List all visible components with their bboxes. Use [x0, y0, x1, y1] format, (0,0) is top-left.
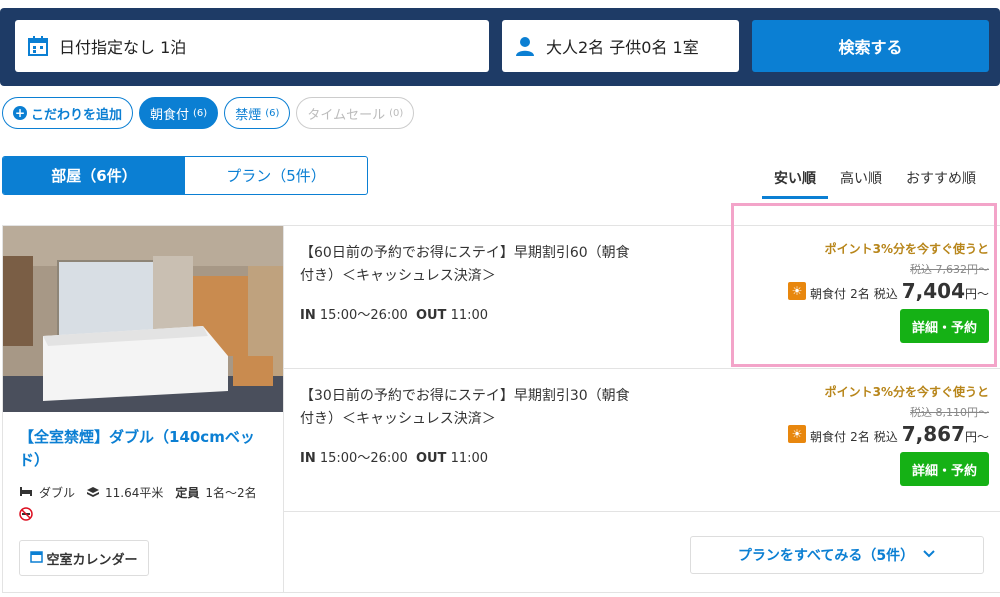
book-button[interactable]: 詳細・予約 [900, 452, 989, 486]
room-meta: ダブル 11.64平米 定員 1名〜2名 [19, 484, 257, 501]
add-filter-button[interactable]: + こだわりを追加 [2, 97, 134, 129]
tab-rooms[interactable]: 部屋（6件） [3, 157, 185, 194]
out-label: OUT [415, 308, 447, 323]
room-info: 【全室禁煙】ダブル（140cmベッド） ダブル 11.64平米 定員 1名〜2名… [3, 412, 283, 592]
chip-count: (6) [193, 107, 208, 119]
see-all-plans-button[interactable]: プランをすべてみる（5件） [690, 536, 984, 574]
price-row: ☀ 朝食付 2名 税込 7,867 円〜 [788, 422, 989, 446]
in-time: 15:00〜26:00 [319, 308, 408, 323]
tab-plans[interactable]: プラン（5件） [185, 157, 367, 194]
filter-chips: + こだわりを追加 朝食付 (6) 禁煙 (6) タイムセール (0) [2, 97, 415, 129]
plus-icon: + [13, 106, 27, 120]
see-all-label: プランをすべてみる（5件） [737, 548, 915, 564]
in-time: 15:00〜26:00 [319, 451, 408, 466]
guest-count: 2名 [850, 430, 870, 444]
out-time: 11:00 [450, 308, 489, 323]
tax-label: 税込 [873, 430, 898, 444]
search-button[interactable]: 検索する [752, 20, 989, 72]
chip-count: (6) [265, 107, 280, 119]
highlight-box [731, 203, 997, 367]
chip-nonsmoking[interactable]: 禁煙 (6) [224, 97, 291, 129]
chip-label: 禁煙 [235, 107, 262, 123]
chip-count: (0) [389, 107, 404, 119]
calendar-icon [27, 35, 49, 57]
sort-expensive[interactable]: 高い順 [828, 168, 894, 199]
price: 7,867 [901, 422, 965, 446]
plan-checkin: IN 15:00〜26:00 OUT 11:00 [300, 304, 488, 323]
plan-row: 【30日前の予約でお得にステイ】早期割引30（朝食付き）＜キャッシュレス決済＞ … [284, 369, 1000, 512]
bed-icon [19, 485, 33, 500]
out-time: 11:00 [450, 451, 489, 466]
sort-options: 安い順 高い順 おすすめ順 [762, 168, 988, 199]
chevron-down-icon [922, 547, 936, 563]
breakfast-icon: ☀ [788, 425, 807, 443]
calendar-button[interactable]: 空室カレンダー [19, 540, 149, 576]
chip-timesale: タイムセール (0) [296, 97, 415, 129]
date-value: 日付指定なし 1泊 [59, 38, 187, 57]
plan-name[interactable]: 【60日前の予約でお得にステイ】早期割引60（朝食付き）＜キャッシュレス決済＞ [300, 242, 640, 288]
guests-field[interactable]: 大人2名 子供0名 1室 [502, 20, 739, 72]
out-label: OUT [415, 451, 447, 466]
meal-label: 朝食付 [810, 430, 847, 444]
room-area: 11.64平米 [105, 486, 164, 500]
search-bar: 日付指定なし 1泊 大人2名 子供0名 1室 検索する [0, 8, 1000, 86]
add-filter-label: こだわりを追加 [31, 107, 123, 123]
calendar-icon [30, 550, 44, 567]
capacity-label: 定員 [175, 486, 200, 500]
sort-recommended[interactable]: おすすめ順 [894, 168, 988, 199]
no-smoking-icon [19, 506, 33, 525]
date-field[interactable]: 日付指定なし 1泊 [15, 20, 489, 72]
room-photo[interactable] [3, 226, 283, 412]
plan-name[interactable]: 【30日前の予約でお得にステイ】早期割引30（朝食付き）＜キャッシュレス決済＞ [300, 385, 640, 431]
view-tabs: 部屋（6件） プラン（5件） [2, 156, 368, 195]
in-label: IN [300, 451, 316, 466]
guests-value: 大人2名 子供0名 1室 [546, 38, 699, 57]
room-capacity: 1名〜2名 [205, 486, 257, 500]
calendar-button-label: 空室カレンダー [46, 552, 138, 568]
price-box: ポイント3%分を今すぐ使うと 税込 8,110円〜 ☀ 朝食付 2名 税込 7,… [788, 383, 989, 486]
bed-type: ダブル [39, 486, 76, 500]
in-label: IN [300, 308, 316, 323]
chip-label: タイムセール [307, 107, 386, 123]
room-title[interactable]: 【全室禁煙】ダブル（140cmベッド） [19, 426, 269, 472]
point-text: ポイント3%分を今すぐ使うと [824, 385, 989, 399]
old-price: 税込 8,110円〜 [910, 406, 989, 419]
person-icon [514, 35, 536, 57]
chip-breakfast[interactable]: 朝食付 (6) [139, 97, 219, 129]
price-unit: 円〜 [964, 430, 989, 444]
plan-checkin: IN 15:00〜26:00 OUT 11:00 [300, 447, 488, 466]
chip-label: 朝食付 [150, 107, 190, 123]
area-icon [87, 486, 100, 500]
sort-cheap[interactable]: 安い順 [762, 168, 828, 199]
